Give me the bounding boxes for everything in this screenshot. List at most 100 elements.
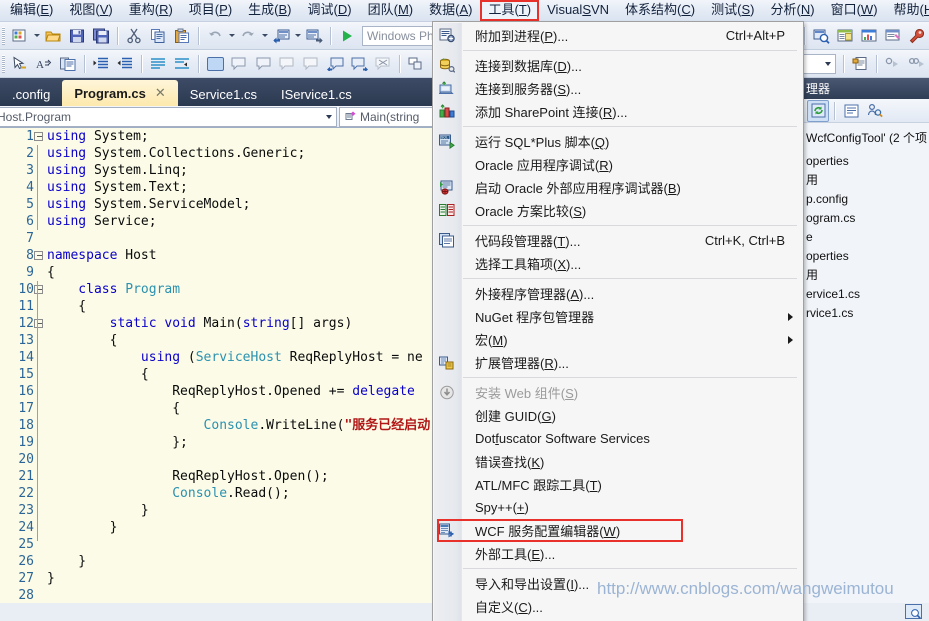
- decrease-indent-icon[interactable]: [114, 53, 136, 75]
- tools-menu-item-3[interactable]: 连接到服务器(S)...: [433, 77, 803, 100]
- show-all-files-icon[interactable]: [864, 100, 886, 122]
- solution-explorer-item-5[interactable]: operties: [804, 247, 929, 266]
- solution-explorer-item-1[interactable]: 用: [804, 171, 929, 190]
- window-icon[interactable]: [204, 53, 226, 75]
- solution-explorer-item-2[interactable]: p.config: [804, 190, 929, 209]
- tools-menu-item-23[interactable]: ATL/MFC 跟踪工具(T): [433, 473, 803, 496]
- tools-menu-item-6[interactable]: SQL 运行 SQL*Plus 脚本(Q): [433, 130, 803, 153]
- pointer-icon[interactable]: [9, 53, 31, 75]
- object-browser-icon[interactable]: [858, 25, 880, 47]
- tools-menu-item-0[interactable]: 附加到进程(P)... Ctrl+Alt+P: [433, 24, 803, 47]
- comment-lines-icon[interactable]: [147, 53, 169, 75]
- redo-dropdown-icon[interactable]: [260, 25, 269, 47]
- menubar-item-8[interactable]: 工具(T): [480, 0, 540, 21]
- properties-icon[interactable]: [840, 100, 862, 122]
- font-icon[interactable]: A: [33, 53, 55, 75]
- tools-menu-item-25[interactable]: WCF 服务配置编辑器(W): [433, 519, 803, 542]
- menubar-item-7[interactable]: 数据(A): [421, 0, 480, 21]
- status-tray-icon[interactable]: [905, 604, 922, 619]
- wrench-icon[interactable]: [906, 25, 928, 47]
- tools-menu-item-7[interactable]: Oracle 应用程序调试(R): [433, 153, 803, 176]
- copy-icon[interactable]: [147, 25, 169, 47]
- navigate-backward-dropdown-icon[interactable]: [293, 25, 302, 47]
- tools-menu-item-12[interactable]: 选择工具箱项(X)...: [433, 252, 803, 275]
- prev-bookmark-icon[interactable]: [276, 53, 298, 75]
- navigate-backward-icon[interactable]: [270, 25, 292, 47]
- properties-window-icon[interactable]: [834, 25, 856, 47]
- tools-menu-item-16[interactable]: 宏(M): [433, 328, 803, 351]
- editor-tab-0[interactable]: .config: [0, 82, 62, 106]
- outline-collapse-icon[interactable]: [34, 285, 43, 294]
- step-over-icon[interactable]: [906, 53, 928, 75]
- tools-menu-item-24[interactable]: Spy++(+): [433, 496, 803, 519]
- redo-icon[interactable]: [237, 25, 259, 47]
- tools-menu-item-14[interactable]: 外接程序管理器(A)...: [433, 282, 803, 305]
- new-project-dropdown-icon[interactable]: [32, 25, 41, 47]
- toolbar-grip[interactable]: [2, 26, 5, 45]
- solution-explorer-item-7[interactable]: ervice1.cs: [804, 285, 929, 304]
- editor-tab-1[interactable]: Program.cs ✕: [62, 80, 178, 106]
- editor-tab-2[interactable]: Service1.cs: [178, 82, 269, 106]
- save-all-icon[interactable]: [90, 25, 112, 47]
- menubar-item-9[interactable]: VisualSVN: [539, 0, 617, 21]
- tools-menu-item-20[interactable]: 创建 GUID(G): [433, 404, 803, 427]
- next-bookmark-icon[interactable]: [252, 53, 274, 75]
- tools-menu-item-8[interactable]: 启动 Oracle 外部应用程序调试器(B): [433, 176, 803, 199]
- start-debug-icon[interactable]: [336, 25, 358, 47]
- tools-menu-item-15[interactable]: NuGet 程序包管理器: [433, 305, 803, 328]
- menubar-item-14[interactable]: 帮助(H): [886, 0, 929, 21]
- tools-menu-item-2[interactable]: 连接到数据库(D)...: [433, 54, 803, 77]
- undo-dropdown-icon[interactable]: [227, 25, 236, 47]
- find-in-files-icon[interactable]: [810, 25, 832, 47]
- tools-menu-item-9[interactable]: Oracle 方案比较(S): [433, 199, 803, 222]
- clipboard-ring-icon[interactable]: [57, 53, 79, 75]
- paste-icon[interactable]: [171, 25, 193, 47]
- solution-explorer-item-0[interactable]: operties: [804, 152, 929, 171]
- menubar-item-11[interactable]: 测试(S): [703, 0, 762, 21]
- remove-bookmark-icon[interactable]: [372, 53, 394, 75]
- increase-indent-icon[interactable]: [90, 53, 112, 75]
- menubar-item-13[interactable]: 窗口(W): [823, 0, 886, 21]
- menubar-item-0[interactable]: 编辑(E): [2, 0, 61, 21]
- menubar-item-6[interactable]: 团队(M): [360, 0, 422, 21]
- toolbar-grip[interactable]: [2, 54, 5, 73]
- type-dropdown[interactable]: Host.Program: [0, 106, 337, 127]
- tools-menu-item-19[interactable]: 安装 Web 组件(S): [433, 381, 803, 404]
- navigate-forward-icon[interactable]: [303, 25, 325, 47]
- tools-menu-item-11[interactable]: 代码段管理器(T)... Ctrl+K, Ctrl+B: [433, 229, 803, 252]
- solution-explorer-item-8[interactable]: rvice1.cs: [804, 304, 929, 323]
- menubar-item-3[interactable]: 项目(P): [181, 0, 240, 21]
- open-file-icon[interactable]: [42, 25, 64, 47]
- undo-icon[interactable]: [204, 25, 226, 47]
- outline-collapse-icon[interactable]: [34, 132, 43, 141]
- outline-collapse-icon[interactable]: [34, 319, 43, 328]
- editor-tab-3[interactable]: IService1.cs: [269, 82, 364, 106]
- toggle-bookmark-icon[interactable]: [228, 53, 250, 75]
- solution-explorer-item-6[interactable]: 用: [804, 266, 929, 285]
- team-explorer-icon[interactable]: [882, 25, 904, 47]
- step-into-icon[interactable]: [882, 53, 904, 75]
- menubar-item-2[interactable]: 重构(R): [121, 0, 181, 21]
- solution-explorer-item-3[interactable]: ogram.cs: [804, 209, 929, 228]
- comment-selection-icon[interactable]: [324, 53, 346, 75]
- new-item-icon[interactable]: [849, 53, 871, 75]
- uncomment-lines-icon[interactable]: [171, 53, 193, 75]
- new-project-icon[interactable]: [9, 25, 31, 47]
- menubar-item-4[interactable]: 生成(B): [240, 0, 299, 21]
- solution-node-label[interactable]: WcfConfigTool' (2 个项: [804, 123, 929, 146]
- save-icon[interactable]: [66, 25, 88, 47]
- cut-icon[interactable]: [123, 25, 145, 47]
- close-icon[interactable]: ✕: [155, 85, 166, 101]
- tools-menu-item-21[interactable]: Dotfuscator Software Services: [433, 427, 803, 450]
- tools-menu-item-26[interactable]: 外部工具(E)...: [433, 542, 803, 565]
- menubar-item-1[interactable]: 视图(V): [61, 0, 120, 21]
- menubar-item-10[interactable]: 体系结构(C): [617, 0, 703, 21]
- collapse-icon[interactable]: [405, 53, 427, 75]
- tools-menu-item-17[interactable]: 扩展管理器(R)...: [433, 351, 803, 374]
- menubar-item-12[interactable]: 分析(N): [762, 0, 822, 21]
- clear-bookmarks-icon[interactable]: [300, 53, 322, 75]
- menubar-item-5[interactable]: 调试(D): [300, 0, 360, 21]
- solution-explorer-item-4[interactable]: e: [804, 228, 929, 247]
- outline-collapse-icon[interactable]: [34, 251, 43, 260]
- uncomment-selection-icon[interactable]: [348, 53, 370, 75]
